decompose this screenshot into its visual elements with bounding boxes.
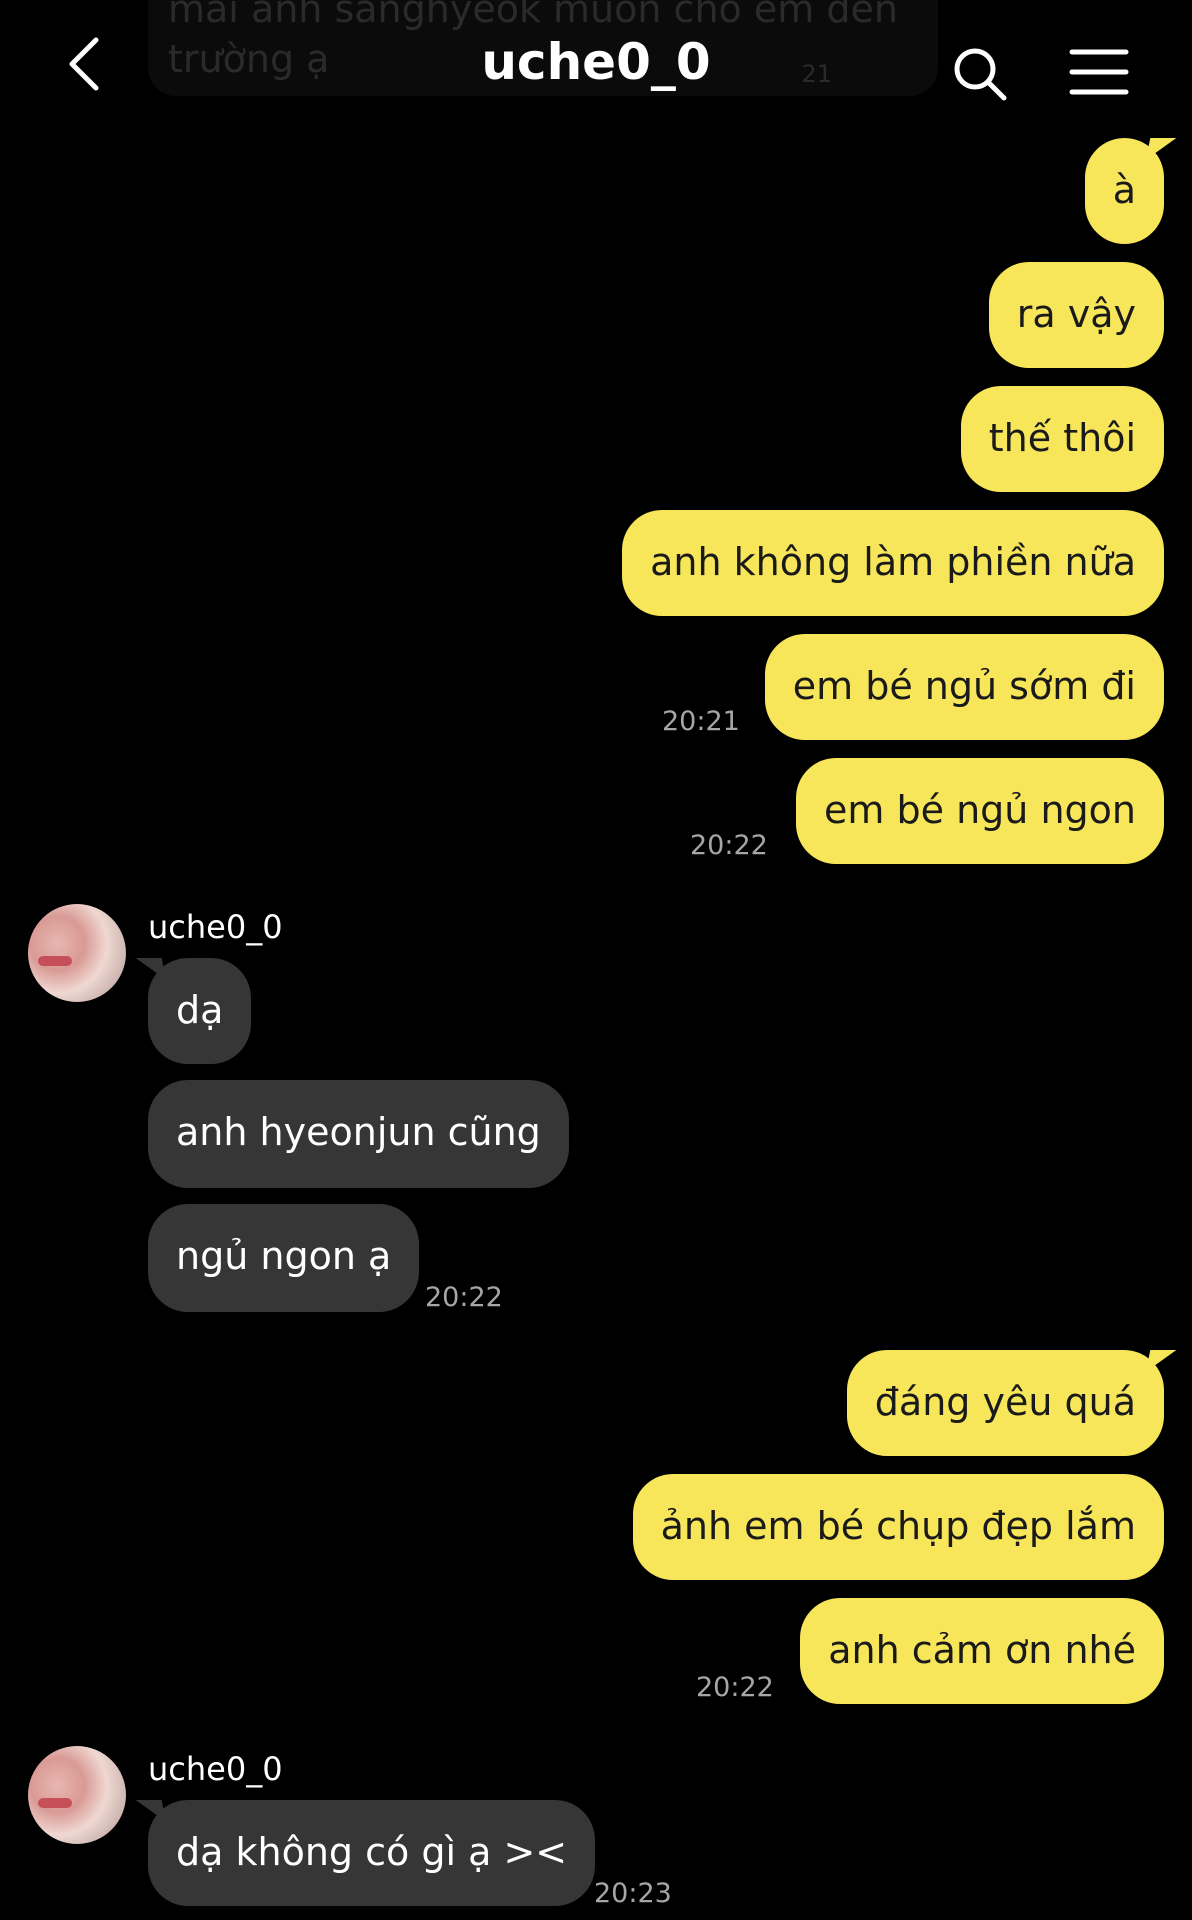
incoming-message[interactable]: dạ không có gì ạ >< <box>148 1800 596 1906</box>
message-time: 20:22 <box>690 830 768 861</box>
outgoing-message[interactable]: à <box>1084 138 1164 244</box>
outgoing-message[interactable]: thế thôi <box>960 386 1164 492</box>
search-icon[interactable] <box>950 44 1010 104</box>
message-time: 20:21 <box>662 706 740 737</box>
incoming-message[interactable]: ngủ ngon ạ <box>148 1204 420 1312</box>
outgoing-message[interactable]: ảnh em bé chụp đẹp lắm <box>632 1474 1164 1580</box>
message-time: 20:23 <box>594 1878 672 1909</box>
message-time: 20:22 <box>696 1672 774 1703</box>
outgoing-message[interactable]: em bé ngủ sớm đi <box>764 634 1164 740</box>
avatar[interactable] <box>28 904 126 1002</box>
incoming-message[interactable]: dạ <box>148 958 252 1064</box>
outgoing-message[interactable]: ra vậy <box>988 262 1164 368</box>
outgoing-message[interactable]: đáng yêu quá <box>846 1350 1164 1456</box>
menu-icon[interactable] <box>1068 48 1130 96</box>
outgoing-message[interactable]: anh cảm ơn nhé <box>800 1598 1164 1704</box>
pinned-line-1: mai anh sanghyeok muốn cho em đến <box>168 0 898 31</box>
sender-name: uche0_0 <box>148 1750 283 1788</box>
avatar[interactable] <box>28 1746 126 1844</box>
incoming-message[interactable]: anh hyeonjun cũng <box>148 1080 569 1188</box>
outgoing-message[interactable]: em bé ngủ ngon <box>796 758 1164 864</box>
chat-header: mai anh sanghyeok muốn cho em đến trường… <box>0 0 1192 130</box>
outgoing-message[interactable]: anh không làm phiền nữa <box>622 510 1164 616</box>
chat-title: uche0_0 <box>481 33 711 91</box>
sender-name: uche0_0 <box>148 908 283 946</box>
message-time: 20:22 <box>425 1282 503 1313</box>
